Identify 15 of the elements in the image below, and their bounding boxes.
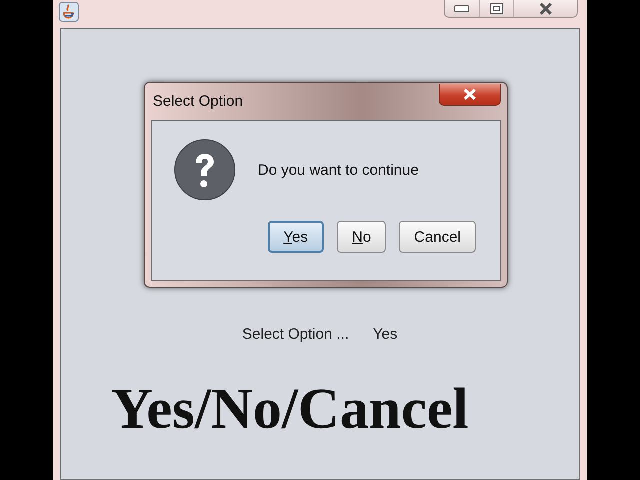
dialog-message: Do you want to continue	[258, 162, 419, 178]
close-button[interactable]	[439, 84, 501, 106]
result-label: Select Option ...	[242, 326, 350, 343]
dialog-button[interactable]: No	[337, 221, 386, 253]
caption-text: Yes/No/Cancel	[111, 375, 469, 442]
dialog-title: Select Option	[153, 93, 244, 112]
question-icon	[174, 139, 236, 201]
java-cup-icon	[59, 2, 79, 22]
close-icon	[538, 2, 554, 14]
minimize-icon	[454, 4, 470, 12]
close-icon	[463, 89, 477, 100]
result-value: Yes	[373, 326, 398, 343]
dialog-button[interactable]: Cancel	[399, 221, 476, 253]
dialog-button[interactable]: Yes	[268, 221, 324, 253]
maximize-icon	[490, 2, 504, 14]
